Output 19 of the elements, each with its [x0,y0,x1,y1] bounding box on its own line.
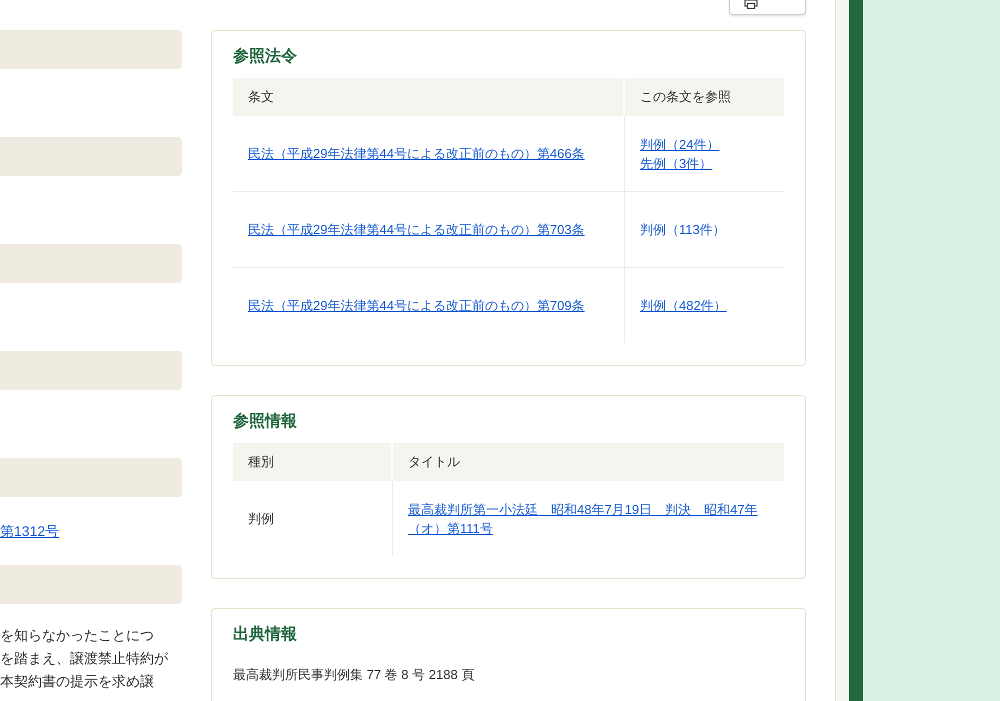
case-number-link[interactable]: 第1312号 [0,521,60,541]
case-count-link[interactable]: 判例（24件） [640,134,720,154]
case-title-link[interactable]: 最高裁判所第一小法廷 昭和48年7月19日 判決 昭和47年（オ）第111号 [408,500,764,538]
summary-paragraph: を知らなかったことにつ を踏まえ、譲渡禁止特約が 本契約書の提示を求め譲 [0,626,169,691]
column-header: 種別 [233,443,393,481]
section-title: 参照情報 [233,411,298,432]
source-citation: 最高裁判所民事判例集 77 巻 8 号 2188 頁 [233,666,476,684]
table-cell: 判例 [233,481,393,556]
law-article-link[interactable]: 民法（平成29年法律第44号による改正前のもの）第709条 [248,298,585,313]
column-header: 条文 [233,78,625,116]
section-title: 参照法令 [233,46,298,67]
law-article-link[interactable]: 民法（平成29年法律第44号による改正前のもの）第466条 [248,146,585,161]
case-count-link[interactable]: 判例（113件） [640,220,726,239]
column-header: タイトル [393,443,784,481]
law-article-link[interactable]: 民法（平成29年法律第44号による改正前のもの）第703条 [248,222,585,237]
section-title: 出典情報 [233,624,298,645]
case-count-link[interactable]: 先例（3件） [640,154,712,172]
column-header: この条文を参照 [625,78,784,116]
case-count-link[interactable]: 判例（482件） [640,296,727,315]
